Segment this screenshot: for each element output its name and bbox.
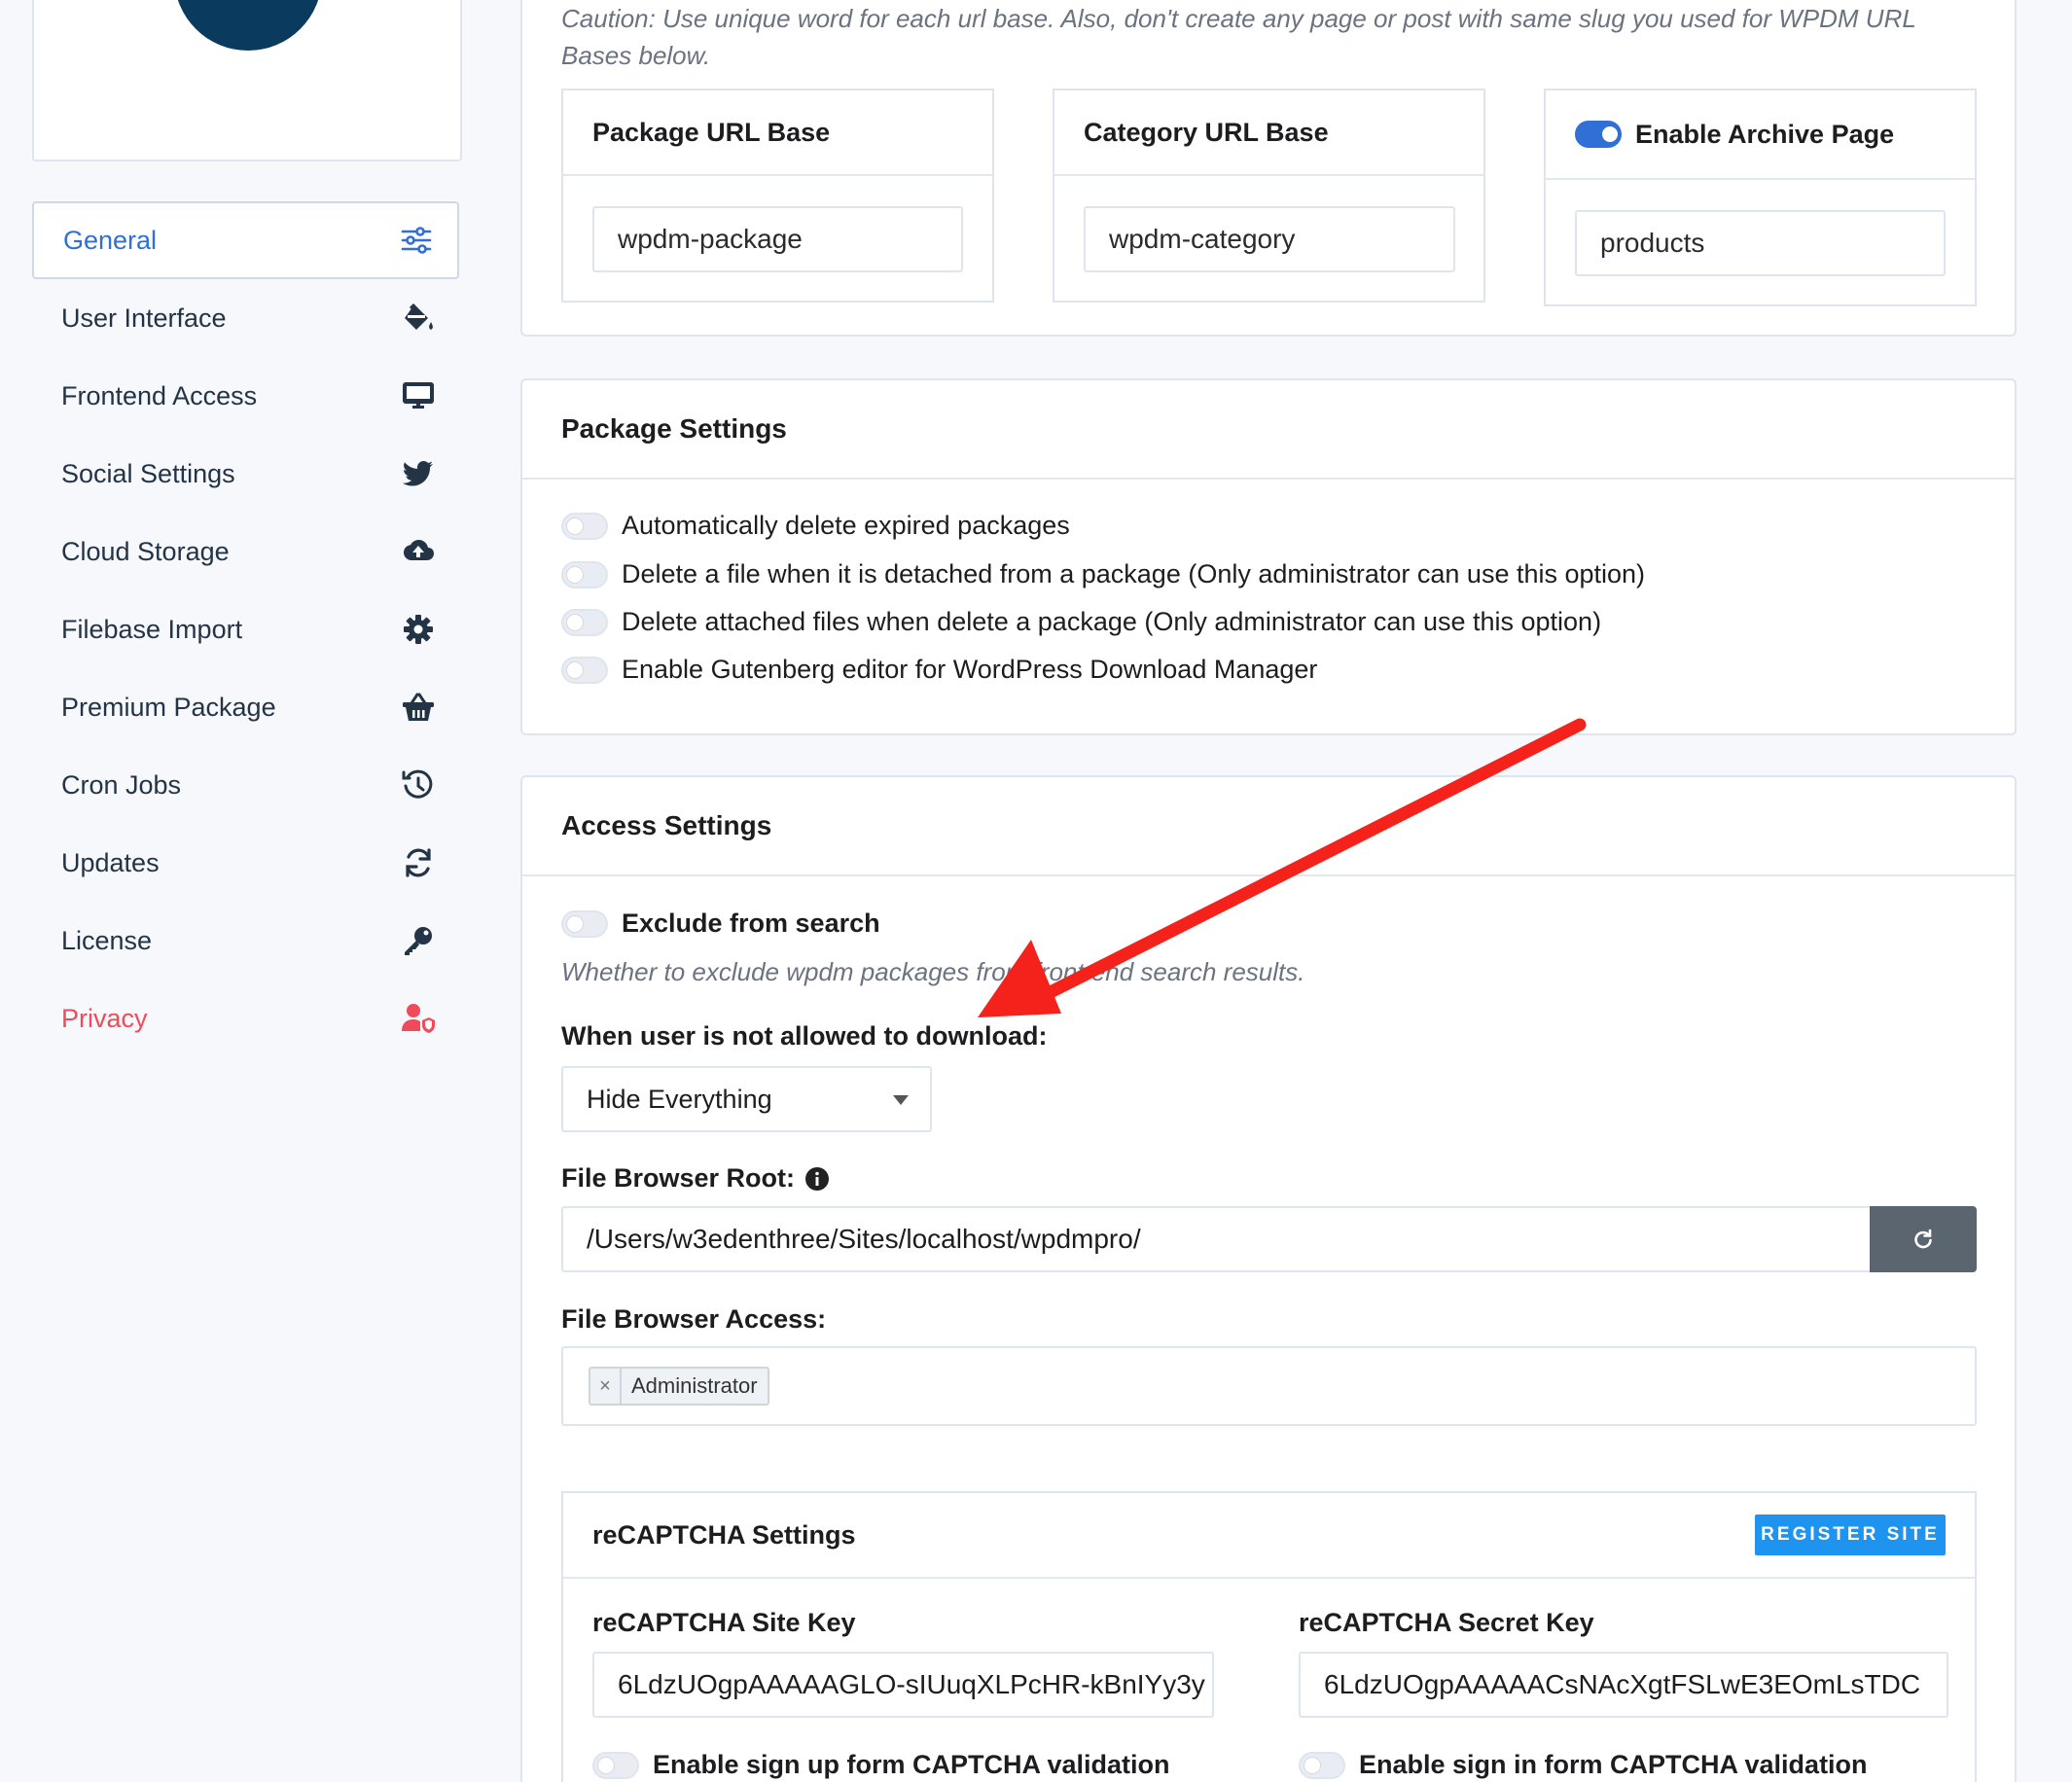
exclude-search-row: Exclude from search [561,909,880,939]
sidebar-item-label: Filebase Import [61,614,243,644]
exclude-search-hint: Whether to exclude wpdm packages from fr… [561,957,1305,986]
category-url-base-label: Category URL Base [1054,90,1483,176]
option-label: Enable Gutenberg editor for WordPress Do… [622,655,1318,684]
auto-delete-expired-toggle[interactable] [561,512,608,540]
access-settings-title: Access Settings [522,777,2015,876]
secret-key-input[interactable]: 6LdzUOgpAAAAACsNAcXgtFSLwE3EOmLsTDC [1299,1652,1948,1718]
archive-page-card: Enable Archive Page products [1544,89,1977,306]
sidebar-item-label: License [61,925,153,955]
sidebar-item-cron-jobs[interactable]: Cron Jobs [32,746,459,824]
secret-key-label: reCAPTCHA Secret Key [1299,1608,1594,1637]
option-label: Delete attached files when delete a pack… [622,607,1602,636]
sidebar-item-license[interactable]: License [32,902,459,980]
exclude-search-toggle[interactable] [561,909,608,938]
file-root-label-row: File Browser Root: [561,1163,830,1194]
cloud-upload-icon [399,532,438,571]
signin-captcha-label: Enable sign in form CAPTCHA validation [1359,1750,1868,1779]
package-settings-title: Package Settings [522,380,2015,480]
monitor-icon [399,376,438,415]
signin-captcha-row: Enable sign in form CAPTCHA validation [1299,1750,1868,1780]
sidebar-item-label: Premium Package [61,692,276,722]
sliders-icon [397,221,436,260]
remove-tag-icon[interactable]: × [590,1369,622,1404]
basket-icon [399,688,438,727]
sidebar-item-social-settings[interactable]: Social Settings [32,435,459,513]
history-icon [399,766,438,804]
archive-page-toggle[interactable] [1575,121,1622,148]
category-url-base-input[interactable]: wpdm-category [1084,206,1455,272]
delete-detached-file-toggle[interactable] [561,560,608,588]
archive-page-input[interactable]: products [1575,210,1946,276]
not-allowed-label: When user is not allowed to download: [561,1021,1048,1051]
category-url-base-card: Category URL Base wpdm-category [1053,89,1485,303]
option-row: Automatically delete expired packages [561,511,1070,541]
archive-page-label: Enable Archive Page [1635,119,1895,149]
sidebar-item-privacy[interactable]: Privacy [32,980,459,1057]
sidebar-item-label: Cloud Storage [61,536,230,566]
delete-attached-files-toggle[interactable] [561,608,608,636]
sidebar-item-label: General [63,225,158,255]
sidebar-item-label: Frontend Access [61,380,258,410]
chevron-down-icon [893,1095,909,1105]
file-access-label: File Browser Access: [561,1304,827,1334]
exclude-search-label: Exclude from search [622,909,880,938]
key-icon [399,921,438,960]
gear-icon [399,610,438,649]
logo [174,0,322,51]
paint-bucket-icon [399,299,438,338]
file-root-label: File Browser Root: [561,1163,796,1193]
sidebar-item-cloud-storage[interactable]: Cloud Storage [32,513,459,590]
sidebar-item-label: Updates [61,847,160,877]
signup-captcha-label: Enable sign up form CAPTCHA validation [653,1750,1170,1779]
package-url-base-input[interactable]: wpdm-package [592,206,963,272]
role-tag: × Administrator [589,1367,769,1406]
gutenberg-editor-toggle[interactable] [561,656,608,684]
caution-text: Caution: Use unique word for each url ba… [561,4,1916,70]
file-access-multiselect[interactable]: × Administrator [561,1346,1977,1426]
site-key-label: reCAPTCHA Site Key [592,1608,856,1637]
sidebar-item-user-interface[interactable]: User Interface [32,279,459,357]
twitter-icon [399,454,438,493]
sidebar-item-filebase-import[interactable]: Filebase Import [32,590,459,668]
option-label: Delete a file when it is detached from a… [622,559,1646,588]
sidebar-item-updates[interactable]: Updates [32,824,459,902]
recaptcha-title: reCAPTCHA Settings [592,1519,856,1550]
recaptcha-header: reCAPTCHA Settings REGISTER SITE [563,1493,1975,1579]
sidebar-item-frontend-access[interactable]: Frontend Access [32,357,459,435]
sidebar-item-premium-package[interactable]: Premium Package [32,668,459,746]
package-url-base-label: Package URL Base [563,90,992,176]
sidebar-item-label: Cron Jobs [61,769,182,800]
logo-card [32,0,462,161]
recaptcha-card: reCAPTCHA Settings REGISTER SITE reCAPTC… [561,1491,1977,1782]
signup-captcha-row: Enable sign up form CAPTCHA validation [592,1750,1170,1780]
package-url-base-card: Package URL Base wpdm-package [561,89,994,303]
not-allowed-selected-value: Hide Everything [587,1084,772,1114]
sidebar-item-label: Social Settings [61,458,235,488]
archive-page-header: Enable Archive Page [1546,90,1975,180]
option-row: Delete a file when it is detached from a… [561,559,1645,589]
user-shield-icon [399,999,438,1038]
sync-icon [399,843,438,882]
refresh-icon [1914,1229,1932,1249]
sidebar-item-general[interactable]: General [32,201,459,279]
signup-captcha-toggle[interactable] [592,1751,639,1779]
option-row: Delete attached files when delete a pack… [561,607,1601,637]
refresh-button[interactable] [1870,1206,1977,1272]
sidebar-item-label: Privacy [61,1003,148,1033]
signin-captcha-toggle[interactable] [1299,1751,1345,1779]
sidebar-item-label: User Interface [61,303,227,333]
settings-nav: General User Interface Frontend Access S… [32,201,459,1057]
site-key-input[interactable]: 6LdzUOgpAAAAAGLO-sIUuqXLPcHR-kBnIYy3y [592,1652,1214,1718]
role-tag-label: Administrator [631,1373,758,1398]
file-root-input[interactable]: /Users/w3edenthree/Sites/localhost/wpdmp… [561,1206,1870,1272]
info-icon[interactable] [804,1166,830,1192]
register-site-button[interactable]: REGISTER SITE [1755,1515,1946,1555]
option-label: Automatically delete expired packages [622,511,1070,540]
not-allowed-select[interactable]: Hide Everything [561,1066,932,1132]
option-row: Enable Gutenberg editor for WordPress Do… [561,655,1317,685]
